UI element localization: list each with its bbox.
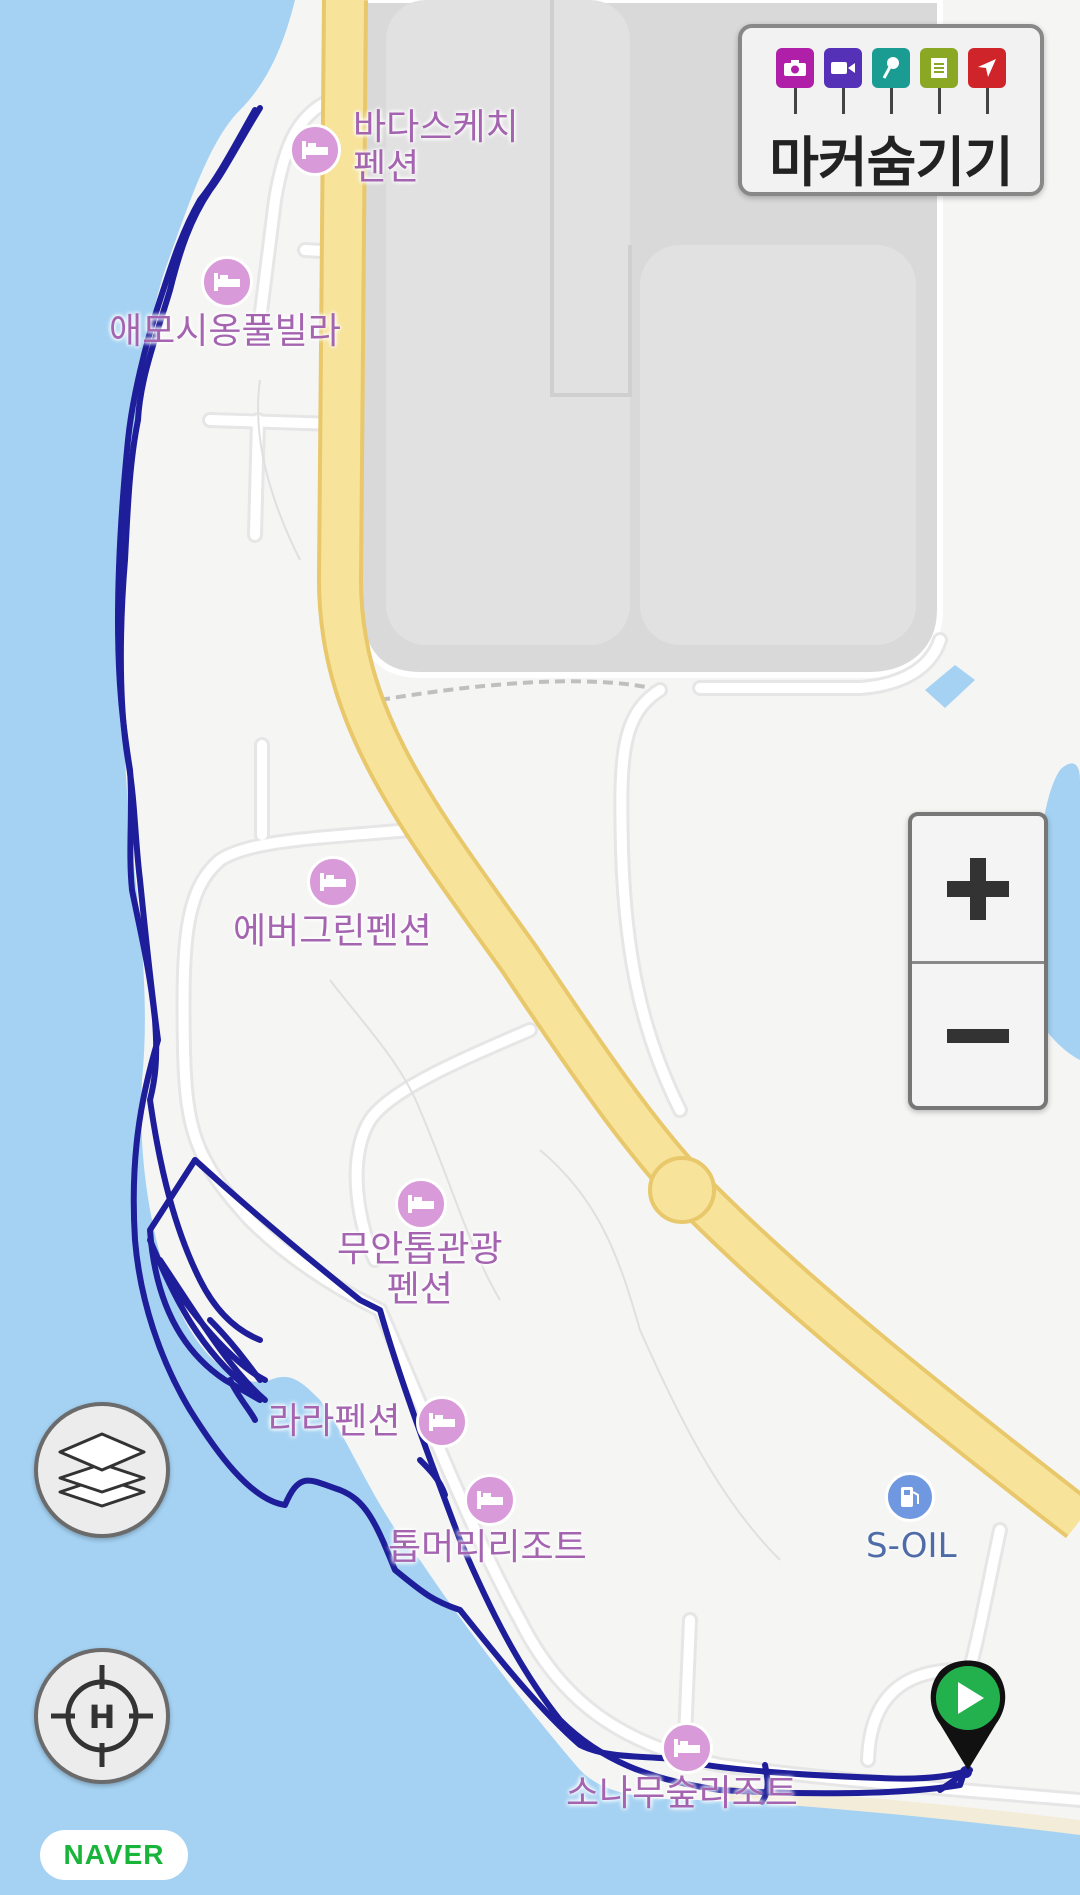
layers-icon xyxy=(58,1432,146,1508)
pond-small xyxy=(925,665,975,708)
bed-icon xyxy=(395,1178,447,1230)
poi-label: 에버그린펜션 xyxy=(233,911,432,952)
poi-label: 무안톱관광 펜션 xyxy=(337,1229,503,1310)
poi-label: 소나무숲리조트 xyxy=(566,1773,798,1814)
svg-text:H: H xyxy=(89,1698,116,1736)
note-icon xyxy=(920,48,958,116)
facility-inner-right xyxy=(640,245,916,645)
video-icon xyxy=(824,48,862,116)
naver-logo: NAVER xyxy=(40,1830,188,1880)
poi-label: 톱머리리조트 xyxy=(388,1527,587,1568)
poi-emoshion-pool-villa[interactable]: 애모시옹풀빌라 xyxy=(109,256,341,352)
start-pin[interactable] xyxy=(924,1652,1012,1772)
gas-pump-icon xyxy=(885,1472,935,1522)
dashed-path xyxy=(379,679,661,702)
bed-icon xyxy=(464,1474,516,1526)
poi-sonamu-forest-resort[interactable]: 소나무숲리조트 xyxy=(566,1722,798,1814)
poi-lala-pension[interactable]: 라라펜션 xyxy=(268,1396,468,1448)
poi-topmeori-resort[interactable]: 톱머리리조트 xyxy=(388,1474,587,1568)
bed-icon xyxy=(307,856,359,908)
flag-icon xyxy=(968,48,1006,116)
play-icon xyxy=(958,1682,984,1714)
minus-icon xyxy=(947,1028,1009,1043)
gas-station-s-oil[interactable]: S-OIL xyxy=(866,1472,957,1566)
bed-icon xyxy=(416,1396,468,1448)
roundabout xyxy=(648,1156,716,1224)
bed-icon xyxy=(289,124,341,176)
poi-label: 애모시옹풀빌라 xyxy=(109,311,341,352)
my-location-button[interactable]: H xyxy=(34,1648,170,1784)
crosshair-h-icon: H xyxy=(51,1665,153,1767)
bed-icon xyxy=(661,1722,713,1774)
poi-evergreen-pension[interactable]: 에버그린펜션 xyxy=(233,856,432,952)
plus-icon xyxy=(947,857,1009,920)
zoom-in-button[interactable] xyxy=(912,816,1044,961)
poi-label: 바다스케치 펜션 xyxy=(353,107,519,188)
poi-pension-bada-sketch[interactable]: 바다스케치 펜션 xyxy=(289,108,519,188)
facility-inner-left xyxy=(386,0,630,645)
zoom-out-button[interactable] xyxy=(912,964,1044,1109)
layers-button[interactable] xyxy=(34,1402,170,1538)
marker-hide-label: 마커숨기기 xyxy=(769,131,1013,194)
zoom-control xyxy=(908,812,1048,1110)
poi-muan-top-pension[interactable]: 무안톱관광 펜션 xyxy=(337,1178,503,1310)
camera-icon xyxy=(776,48,814,116)
microphone-icon xyxy=(872,48,910,116)
marker-hide-button[interactable]: 마커숨기기 xyxy=(738,24,1044,196)
poi-label: 라라펜션 xyxy=(268,1401,401,1442)
bed-icon xyxy=(201,256,253,308)
gas-station-label: S-OIL xyxy=(866,1526,957,1566)
